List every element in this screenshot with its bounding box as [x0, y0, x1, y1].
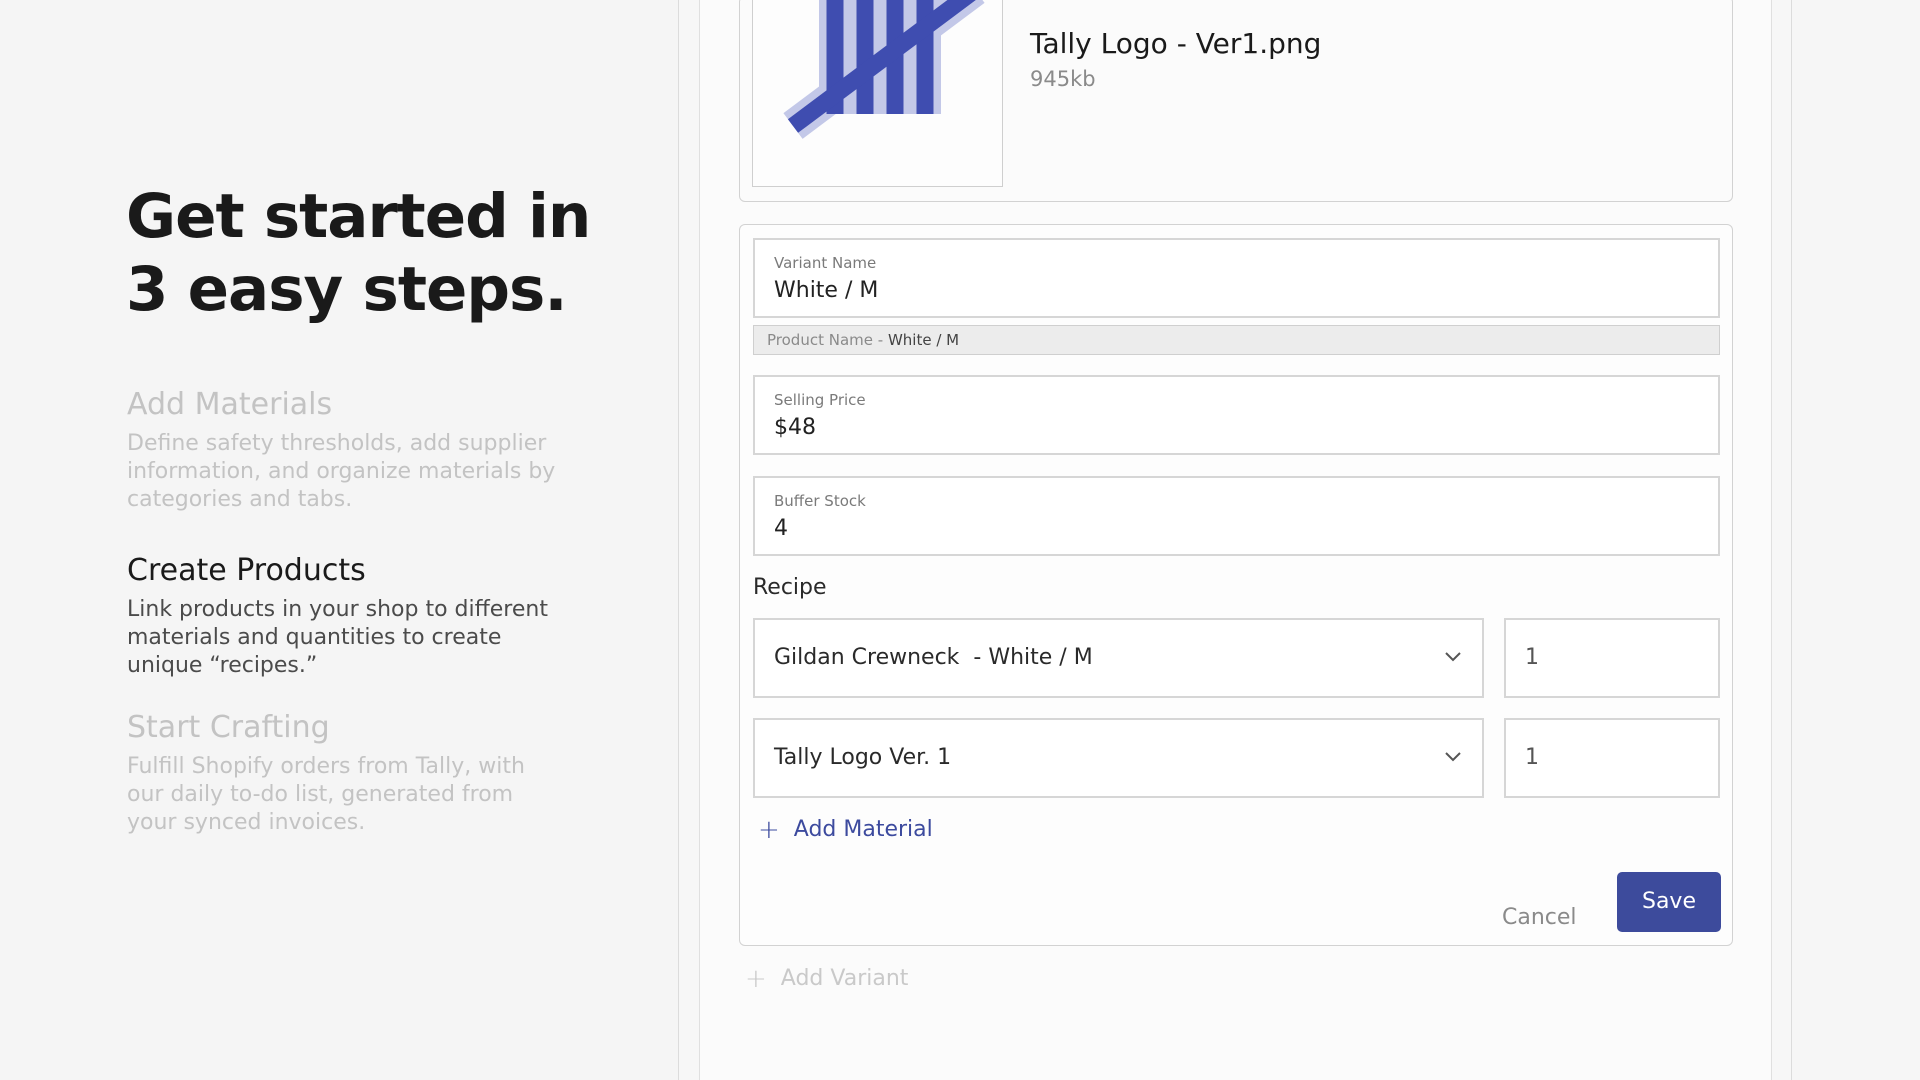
buffer-stock-input[interactable]: 4: [774, 516, 788, 541]
chevron-down-icon: [1445, 752, 1461, 762]
step-create-products: Create Products Link products in your sh…: [127, 552, 557, 680]
recipe-label: Recipe: [753, 575, 827, 600]
step-start-crafting: Start Crafting Fulfill Shopify orders fr…: [127, 709, 557, 837]
chevron-down-icon: [1445, 652, 1461, 662]
step-add-materials: Add Materials Define safety thresholds, …: [127, 386, 557, 514]
intro-headline: Get started in 3 easy steps.: [126, 181, 591, 325]
buffer-stock-label: Buffer Stock: [774, 492, 866, 510]
step-description: Fulfill Shopify orders from Tally, with …: [127, 754, 525, 835]
recipe-quantity-value: 1: [1525, 645, 1539, 670]
step-description: Link products in your shop to different …: [127, 597, 548, 678]
recipe-material-select-2[interactable]: Tally Logo Ver. 1: [753, 718, 1484, 798]
variant-name-input[interactable]: White / M: [774, 278, 878, 303]
buffer-stock-field[interactable]: Buffer Stock 4: [753, 476, 1720, 556]
add-variant-button[interactable]: + Add Variant: [745, 963, 909, 994]
file-name: Tally Logo - Ver1.png: [1030, 27, 1322, 60]
preview-value: White / M: [887, 331, 960, 349]
add-material-label: Add Material: [793, 817, 933, 842]
step-title: Add Materials: [127, 387, 333, 422]
recipe-material-value: Gildan Crewneck - White / M: [774, 645, 1093, 670]
step-title: Create Products: [127, 553, 366, 588]
recipe-material-select-1[interactable]: Gildan Crewneck - White / M: [753, 618, 1484, 698]
step-description: Define safety thresholds, add supplier i…: [127, 431, 556, 512]
add-variant-label: Add Variant: [780, 966, 909, 991]
step-title: Start Crafting: [127, 710, 330, 745]
add-material-button[interactable]: + Add Material: [758, 814, 933, 845]
plus-icon: +: [758, 814, 780, 845]
variant-form: Variant Name White / M Product Name - Wh…: [739, 224, 1733, 946]
recipe-quantity-input-1[interactable]: 1: [1504, 618, 1720, 698]
tally-marks-logo-icon: [783, 0, 985, 139]
selling-price-label: Selling Price: [774, 391, 866, 409]
recipe-quantity-value: 1: [1525, 745, 1539, 770]
variant-name-label: Variant Name: [774, 254, 877, 272]
cancel-button[interactable]: Cancel: [1502, 888, 1577, 948]
file-size: 945kb: [1030, 67, 1096, 91]
product-name-preview: Product Name - White / M: [753, 325, 1720, 355]
variant-name-field[interactable]: Variant Name White / M: [753, 238, 1720, 318]
intro-panel: Get started in 3 easy steps. Add Materia…: [0, 0, 678, 1080]
uploaded-file-card: Tally Logo - Ver1.png 945kb: [739, 0, 1733, 202]
plus-icon: +: [745, 963, 767, 994]
selling-price-field[interactable]: Selling Price $48: [753, 375, 1720, 455]
save-button[interactable]: Save: [1617, 872, 1721, 932]
recipe-quantity-input-2[interactable]: 1: [1504, 718, 1720, 798]
file-thumbnail[interactable]: [752, 0, 1003, 187]
recipe-material-value: Tally Logo Ver. 1: [774, 745, 952, 770]
selling-price-input[interactable]: $48: [774, 415, 816, 440]
